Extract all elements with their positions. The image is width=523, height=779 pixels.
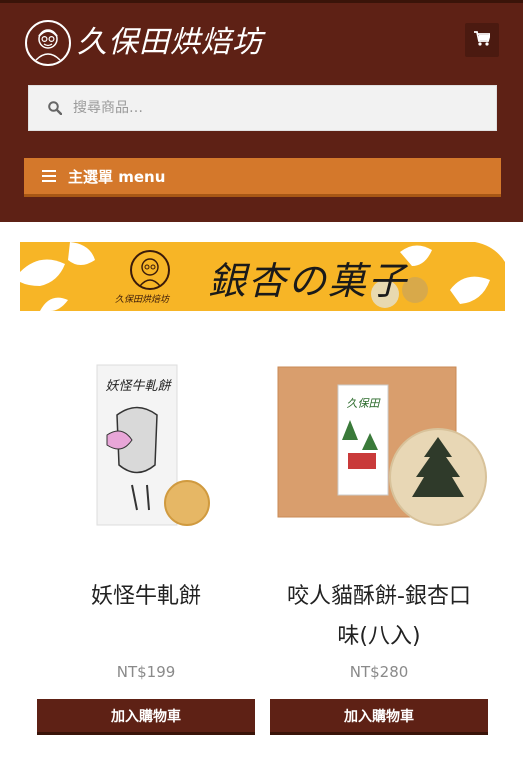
promo-banner[interactable]: 久保田烘焙坊 銀杏の菓子 (20, 242, 505, 311)
search-bar (28, 85, 497, 131)
banner-portrait-icon (130, 250, 170, 290)
logo-portrait-icon (25, 20, 71, 66)
search-icon[interactable] (47, 100, 63, 116)
product-image[interactable]: 妖怪牛軋餅 (37, 345, 255, 545)
product-image[interactable]: 久保田 (270, 345, 488, 545)
product-package-text: 妖怪牛軋餅 (105, 379, 171, 394)
product-price: NT$199 (116, 663, 176, 681)
shopping-cart-icon (474, 30, 492, 50)
main-menu-button[interactable]: 主選單 menu (24, 158, 501, 197)
main-menu-label: 主選單 menu (68, 167, 166, 186)
product-name-line1: 咬人貓酥餅-銀杏口 (287, 584, 471, 609)
product-price: NT$280 (349, 663, 409, 681)
product-card: 久保田 咬人貓酥餅-銀杏口 味(八入) NT$280 加入購物車 (270, 345, 488, 735)
site-header: 久保田烘焙坊 主選單 menu (0, 0, 523, 222)
product-name[interactable]: 妖怪牛軋餅 (37, 577, 255, 617)
product-package-text: 久保田 (346, 397, 380, 410)
product-name-line2: 味(八入) (337, 624, 421, 649)
search-input[interactable] (73, 88, 473, 128)
banner-brand: 久保田烘焙坊 (115, 295, 170, 305)
site-logo[interactable]: 久保田烘焙坊 (25, 19, 265, 67)
logo-text: 久保田烘焙坊 (77, 25, 263, 60)
banner-title: 銀杏の菓子 (208, 259, 409, 303)
product-name[interactable]: 咬人貓酥餅-銀杏口 味(八入) (270, 577, 488, 657)
add-to-cart-button[interactable]: 加入購物車 (37, 699, 255, 735)
cart-button[interactable] (465, 23, 499, 57)
hamburger-icon (42, 170, 56, 182)
product-card: 妖怪牛軋餅 妖怪牛軋餅 NT$199 加入購物車 (37, 345, 255, 735)
add-to-cart-button[interactable]: 加入購物車 (270, 699, 488, 735)
